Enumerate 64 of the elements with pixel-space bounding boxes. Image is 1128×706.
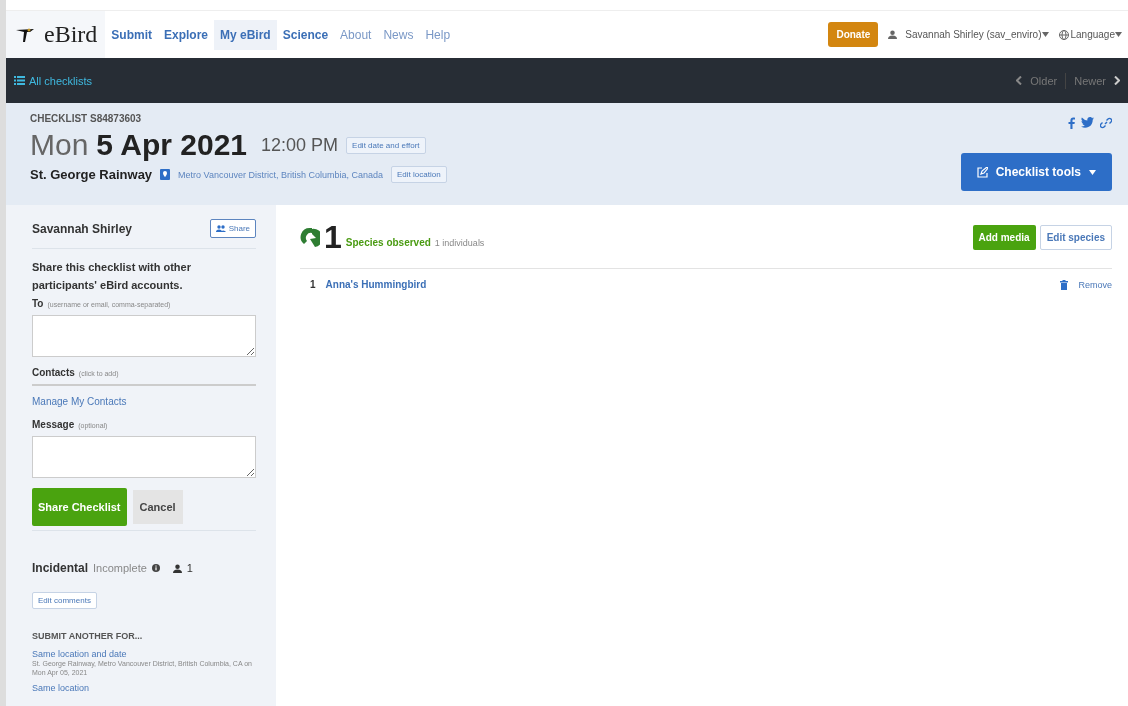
caret-icon [1089,169,1096,175]
to-field[interactable] [32,315,256,358]
trash-icon [1060,279,1069,290]
chevron-right-icon [1114,76,1120,85]
checklist-id: CHECKLIST S84873603 [30,113,143,124]
message-field[interactable] [32,436,256,479]
region-text: Metro Vancouver District, British Columbia, Canada [178,169,383,180]
language-menu[interactable]: Language [1070,29,1115,40]
remove-link[interactable]: Remove [1078,279,1112,290]
twitter-icon[interactable] [1081,117,1094,128]
location-name: St. George Rainway [30,167,153,182]
share-button[interactable]: Share [209,219,256,238]
species-count: 1 [324,219,342,256]
checklist-tools-button[interactable]: Checklist tools [960,153,1112,191]
nav-link[interactable]: Submit [105,19,158,50]
list-icon [14,76,25,85]
observer-count: 1 [186,562,193,575]
users-icon [215,225,226,232]
user-menu[interactable]: Savannah Shirley (sav_enviro) [905,29,1042,40]
user-icon [888,30,898,39]
edit-icon [976,166,988,178]
bird-logo-icon [16,26,34,43]
nav-link[interactable]: Explore [158,19,214,50]
edit-date-button[interactable]: Edit date and effort [346,136,426,154]
cancel-button[interactable]: Cancel [132,490,183,525]
same-location-date-link[interactable]: Same location and date [32,649,256,660]
donate-button[interactable]: Donate [828,22,879,47]
same-location-link[interactable]: Same location [32,683,256,694]
older-link[interactable]: Older [1022,74,1066,87]
all-checklists-link[interactable]: All checklists [29,74,92,87]
nav-link[interactable]: My eBird [214,19,277,50]
checklist-time: 12:00 PM [261,134,339,156]
info-icon [151,564,160,573]
status-text: Incomplete [93,562,147,575]
manage-contacts-link[interactable]: Manage My Contacts [32,396,256,408]
share-checklist-button[interactable]: Share Checklist [32,488,127,527]
nav-link[interactable]: Science [276,19,335,50]
add-media-button[interactable]: Add media [972,225,1036,250]
species-number: 1 [310,279,316,290]
nav-link[interactable]: News [377,19,420,50]
nav-link[interactable]: Help [419,19,457,50]
edit-location-button[interactable]: Edit location [391,166,447,183]
protocol-label: Incidental [32,561,88,576]
link-icon[interactable] [1100,117,1112,129]
weekday: Mon [30,128,89,162]
edit-comments-button[interactable]: Edit comments [32,592,97,610]
species-label: Species observed [345,237,431,248]
globe-icon [1058,29,1069,40]
checklist-date: 5 Apr 2021 [96,128,247,162]
edit-species-button[interactable]: Edit species [1039,225,1112,250]
owner-name: Savannah Shirley [32,221,133,236]
caret-icon [1041,32,1049,37]
species-name[interactable]: Anna's Hummingbird [325,279,427,290]
individuals-count: 1 individuals [434,237,485,248]
nav-link[interactable]: About [334,19,378,50]
person-icon [172,563,182,573]
leaf-icon [300,226,320,249]
map-icon [160,169,171,180]
newer-link[interactable]: Newer [1066,74,1114,87]
caret-icon [1115,32,1122,37]
share-instructions: Share this checklist with other participants' eBird accounts. [32,260,192,293]
facebook-icon[interactable] [1068,117,1075,129]
chevron-left-icon [1016,76,1023,85]
section-heading: SUBMIT ANOTHER FOR... [32,631,144,642]
